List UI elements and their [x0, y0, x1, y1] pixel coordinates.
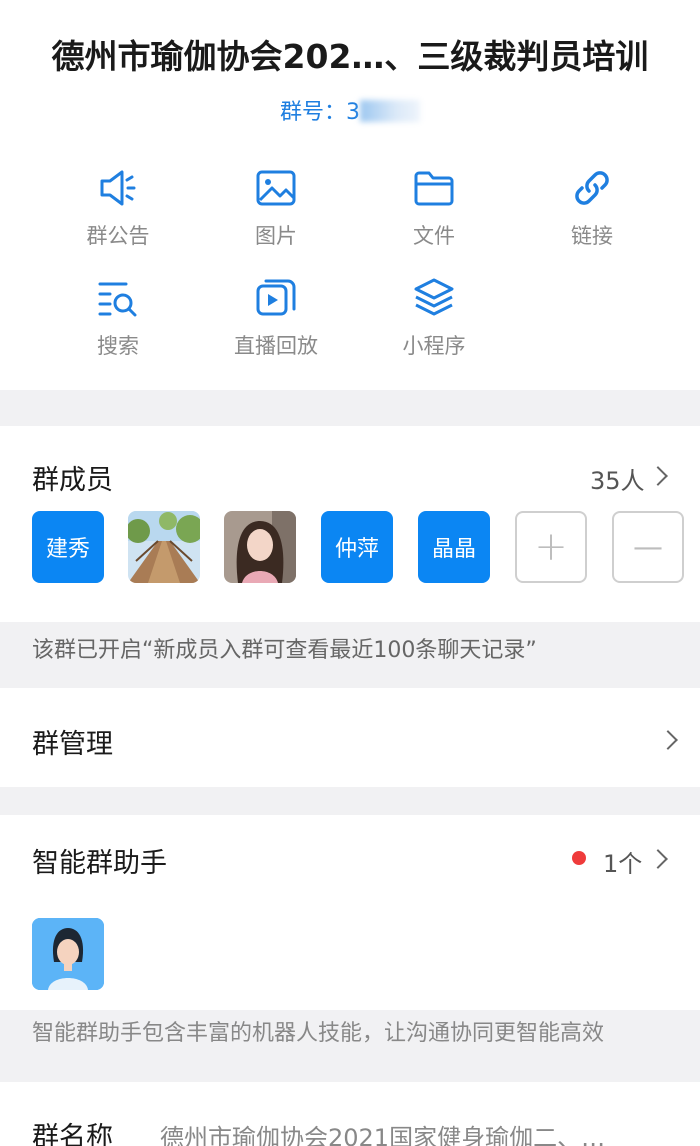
add-member-button[interactable]: +	[515, 511, 587, 583]
shortcut-images[interactable]: 图片	[206, 166, 346, 250]
shortcut-label: 直播回放	[234, 334, 318, 358]
shortcut-mini-program[interactable]: 小程序	[364, 276, 504, 360]
unread-dot	[572, 851, 586, 865]
member-avatar[interactable]: 建秀	[32, 511, 104, 583]
member-avatar-photo[interactable]	[224, 511, 296, 583]
shortcut-label: 小程序	[402, 334, 466, 358]
group-name-value: 德州市瑜伽协会2021国家健身瑜伽二、…	[160, 1124, 606, 1146]
girl-photo-icon	[224, 511, 296, 583]
group-id-redacted	[360, 100, 420, 122]
assistant-note: 智能群助手包含丰富的机器人技能，让沟通协同更智能高效	[0, 1010, 700, 1082]
member-avatar[interactable]: 仲萍	[321, 511, 393, 583]
shortcut-search[interactable]: 搜索	[48, 276, 188, 360]
bridge-photo-icon	[128, 511, 200, 583]
group-title: 德州市瑜伽协会202…、三级裁判员培训	[51, 37, 649, 76]
assistant-title: 智能群助手	[32, 848, 167, 879]
live-replay-icon	[256, 279, 296, 316]
shortcut-label: 群公告	[86, 224, 150, 248]
members-title: 群成员	[32, 465, 113, 496]
shortcut-live-replay[interactable]: 直播回放	[206, 276, 346, 360]
section-divider	[0, 390, 700, 426]
group-header: 德州市瑜伽协会202…、三级裁判员培训 群号：3 群公告 图片 文件 链接 搜索…	[0, 0, 700, 390]
member-avatar-photo[interactable]	[128, 511, 200, 583]
assistant-avatar[interactable]	[32, 918, 104, 990]
member-avatar[interactable]: 晶晶	[418, 511, 490, 583]
image-icon	[256, 170, 296, 206]
shortcut-label: 链接	[571, 224, 613, 248]
link-icon	[575, 171, 609, 205]
announcement-icon	[100, 170, 136, 206]
shortcut-files[interactable]: 文件	[364, 166, 504, 250]
remove-member-button[interactable]: —	[612, 511, 684, 583]
chevron-right-icon	[658, 730, 678, 750]
history-note: 该群已开启“新成员入群可查看最近100条聊天记录”	[0, 622, 700, 688]
shortcut-links[interactable]: 链接	[522, 166, 662, 250]
mini-program-icon	[414, 278, 454, 316]
assistant-avatar-icon	[32, 918, 104, 990]
group-name-label: 群名称	[32, 1122, 113, 1146]
group-id[interactable]: 群号：3	[0, 94, 700, 126]
chevron-right-icon	[648, 849, 668, 869]
folder-icon	[414, 171, 454, 206]
shortcut-announcement[interactable]: 群公告	[48, 166, 188, 250]
group-id-label: 群号：3	[280, 100, 360, 125]
group-management-title: 群管理	[32, 729, 113, 760]
chevron-right-icon	[648, 466, 668, 486]
search-icon	[98, 282, 137, 317]
shortcut-label: 文件	[413, 224, 455, 248]
shortcut-label: 图片	[255, 224, 297, 248]
members-count: 35人	[590, 467, 645, 495]
section-divider	[0, 787, 700, 815]
assistant-count: 1个	[603, 850, 643, 878]
shortcut-label: 搜索	[97, 334, 139, 358]
